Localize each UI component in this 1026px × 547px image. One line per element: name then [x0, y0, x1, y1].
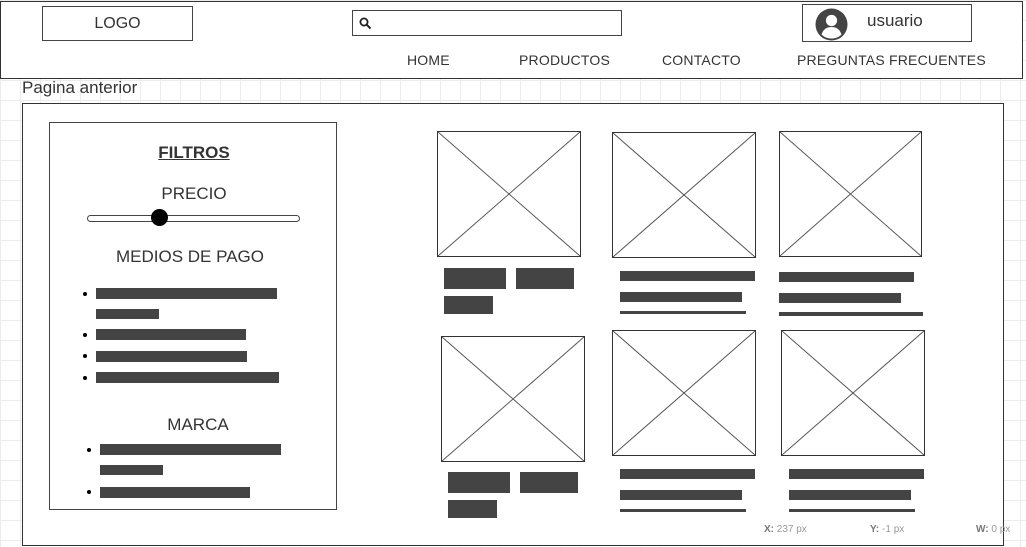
- image-placeholder-icon: [780, 132, 921, 256]
- product-image-placeholder[interactable]: [612, 330, 756, 456]
- image-placeholder-icon: [782, 331, 924, 455]
- list-bullet: [83, 354, 87, 358]
- product-image-placeholder[interactable]: [612, 132, 756, 258]
- filters-title: FILTROS: [158, 143, 230, 162]
- nav-contacto[interactable]: CONTACTO: [662, 52, 741, 68]
- product-text-placeholder: [789, 509, 915, 512]
- product-text-placeholder: [620, 311, 746, 314]
- w-readout: W: 0 px: [976, 524, 1011, 535]
- list-bullet: [83, 333, 87, 337]
- list-bullet: [87, 448, 91, 452]
- payment-option-text[interactable]: [96, 329, 246, 340]
- product-text-placeholder: [520, 472, 578, 493]
- image-placeholder-icon: [442, 337, 584, 461]
- user-name: usuario: [867, 11, 923, 30]
- product-text-placeholder: [620, 490, 742, 500]
- product-text-placeholder: [444, 296, 493, 314]
- price-slider-thumb[interactable]: [150, 209, 168, 226]
- product-image-placeholder[interactable]: [779, 131, 922, 257]
- nav-preguntas-frecuentes[interactable]: PREGUNTAS FRECUENTES: [797, 52, 986, 68]
- nav-productos[interactable]: PRODUCTOS: [519, 52, 610, 68]
- brand-label: MARCA: [167, 415, 229, 434]
- payment-option-text[interactable]: [96, 351, 247, 362]
- list-bullet: [87, 490, 91, 494]
- search-icon: [359, 17, 372, 30]
- logo[interactable]: LOGO: [42, 6, 193, 41]
- image-placeholder-icon: [613, 331, 755, 455]
- brand-option-text[interactable]: [100, 487, 250, 498]
- product-image-placeholder[interactable]: [441, 336, 585, 462]
- payment-option-text[interactable]: [96, 288, 277, 299]
- product-text-placeholder: [620, 509, 746, 512]
- payment-option-text[interactable]: [96, 309, 159, 319]
- product-text-placeholder: [779, 293, 901, 303]
- product-image-placeholder[interactable]: [437, 131, 581, 257]
- logo-label: LOGO: [94, 14, 141, 32]
- product-text-placeholder: [789, 490, 911, 500]
- product-text-placeholder: [444, 268, 506, 289]
- product-text-placeholder: [789, 469, 924, 479]
- product-text-placeholder: [516, 268, 574, 289]
- product-text-placeholder: [448, 500, 497, 518]
- back-link[interactable]: Pagina anterior: [22, 78, 137, 98]
- product-text-placeholder: [620, 271, 755, 281]
- filters-panel: FILTROS PRECIO MEDIOS DE PAGO MARCA: [49, 122, 337, 510]
- product-image-placeholder[interactable]: [781, 330, 925, 456]
- price-slider[interactable]: [87, 215, 300, 222]
- product-text-placeholder: [620, 469, 755, 479]
- nav-home[interactable]: HOME: [407, 52, 450, 68]
- product-text-placeholder: [448, 472, 510, 493]
- user-menu[interactable]: usuario: [802, 4, 972, 42]
- product-text-placeholder: [779, 312, 923, 316]
- list-bullet: [83, 376, 87, 380]
- image-placeholder-icon: [613, 133, 755, 257]
- image-placeholder-icon: [438, 132, 580, 256]
- brand-option-text[interactable]: [100, 444, 281, 455]
- user-avatar-icon: [815, 8, 848, 41]
- product-text-placeholder: [779, 272, 914, 282]
- payment-methods-label: MEDIOS DE PAGO: [116, 247, 264, 266]
- list-bullet: [83, 292, 87, 296]
- brand-option-text[interactable]: [100, 465, 163, 475]
- product-text-placeholder: [620, 292, 742, 302]
- price-label: PRECIO: [161, 184, 227, 203]
- payment-option-text[interactable]: [96, 372, 279, 383]
- x-readout: X: 237 px: [764, 524, 807, 535]
- search-input[interactable]: [352, 10, 622, 36]
- y-readout: Y: -1 px: [870, 524, 905, 535]
